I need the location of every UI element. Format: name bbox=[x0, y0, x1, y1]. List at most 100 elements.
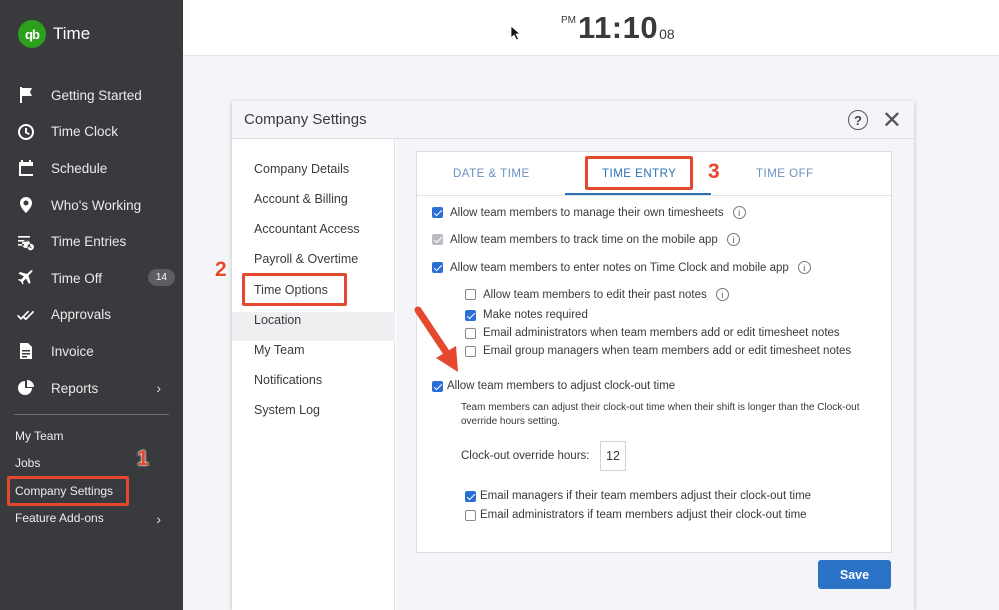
option-label: Email administrators if team members adj… bbox=[480, 509, 807, 521]
annotation-arrow-icon bbox=[414, 306, 458, 372]
annotation-step-2: 2 bbox=[215, 258, 227, 281]
settings-menu: Company Details Account & Billing Accoun… bbox=[232, 139, 395, 610]
checkbox-track-mobile bbox=[432, 234, 443, 245]
annotation-step-1: 1 bbox=[137, 447, 149, 470]
sidebar-item-label: My Team bbox=[15, 429, 64, 443]
menu-item-account-billing[interactable]: Account & Billing bbox=[254, 192, 348, 206]
sidebar-nav: Getting Started Time Clock Schedule Who'… bbox=[0, 77, 183, 406]
sidebar-item-time-entries[interactable]: Time Entries bbox=[0, 223, 183, 260]
option-adjust-clockout: Allow team members to adjust clock-out t… bbox=[432, 380, 675, 392]
checkbox-enter-notes[interactable] bbox=[432, 262, 443, 273]
settings-tabs: DATE & TIME TIME ENTRY TIME OFF bbox=[417, 152, 891, 196]
clock-icon bbox=[17, 123, 35, 141]
checkbox-manage-timesheets[interactable] bbox=[432, 207, 443, 218]
option-label: Allow team members to adjust clock-out t… bbox=[447, 380, 676, 392]
option-email-admins-adjust: Email administrators if team members adj… bbox=[465, 509, 807, 521]
time-entry-settings-card: DATE & TIME TIME ENTRY TIME OFF Allow te… bbox=[416, 151, 892, 553]
current-time-clock: PM 11:10 08 bbox=[561, 10, 675, 46]
option-label: Allow team members to edit their past no… bbox=[483, 288, 707, 301]
sidebar-item-reports[interactable]: Reports › bbox=[0, 370, 183, 407]
sidebar-item-label: Time Entries bbox=[51, 234, 127, 250]
checkbox-email-managers-adjust[interactable] bbox=[465, 490, 476, 502]
menu-item-payroll-overtime[interactable]: Payroll & Overtime bbox=[254, 252, 358, 266]
flag-icon bbox=[17, 86, 35, 104]
sidebar-item-feature-add-ons[interactable]: Feature Add-ons › bbox=[0, 511, 183, 527]
tab-date-time[interactable]: DATE & TIME bbox=[453, 168, 530, 180]
document-icon bbox=[17, 342, 35, 360]
modal-title: Company Settings bbox=[244, 111, 367, 128]
option-track-mobile: Allow team members to track time on the … bbox=[432, 233, 740, 246]
info-icon[interactable]: i bbox=[732, 206, 746, 219]
annotation-step-3: 3 bbox=[708, 160, 720, 183]
option-email-admins-notes: Email administrators when team members a… bbox=[465, 327, 840, 339]
sidebar-item-getting-started[interactable]: Getting Started bbox=[0, 77, 183, 114]
clock-ampm: PM bbox=[561, 15, 576, 26]
app-name: Time bbox=[53, 24, 91, 43]
sidebar-item-approvals[interactable]: Approvals bbox=[0, 297, 183, 334]
option-edit-past-notes: Allow team members to edit their past no… bbox=[465, 288, 729, 301]
tab-time-off[interactable]: TIME OFF bbox=[756, 168, 814, 180]
airplane-icon bbox=[17, 269, 35, 287]
menu-item-notifications[interactable]: Notifications bbox=[254, 373, 322, 387]
option-enter-notes: Allow team members to enter notes on Tim… bbox=[432, 261, 811, 274]
info-icon[interactable]: i bbox=[726, 233, 740, 246]
sidebar-item-time-clock[interactable]: Time Clock bbox=[0, 114, 183, 151]
sidebar-item-my-team[interactable]: My Team bbox=[0, 429, 183, 443]
menu-item-system-log[interactable]: System Log bbox=[254, 403, 320, 417]
mouse-cursor-icon bbox=[510, 25, 522, 41]
sidebar-item-label: Who's Working bbox=[51, 197, 142, 213]
option-label: Allow team members to enter notes on Tim… bbox=[450, 261, 789, 274]
annotation-highlight-time-options bbox=[242, 273, 347, 306]
checkbox-edit-past-notes[interactable] bbox=[465, 289, 476, 300]
option-label: Allow team members to track time on the … bbox=[450, 233, 718, 246]
override-hours-input[interactable]: 12 bbox=[600, 441, 626, 471]
sidebar-item-whos-working[interactable]: Who's Working bbox=[0, 187, 183, 224]
option-label: Email group managers when team members a… bbox=[483, 345, 852, 357]
menu-item-company-details[interactable]: Company Details bbox=[254, 162, 349, 176]
sidebar-item-label: Schedule bbox=[51, 160, 108, 176]
sidebar-item-label: Getting Started bbox=[51, 87, 142, 103]
menu-item-accountant-access[interactable]: Accountant Access bbox=[254, 222, 360, 236]
double-check-icon bbox=[17, 306, 35, 324]
checkbox-email-admins-adjust[interactable] bbox=[465, 509, 476, 521]
option-notes-required: Make notes required bbox=[465, 309, 588, 321]
checkbox-adjust-clockout[interactable] bbox=[432, 380, 443, 392]
option-manage-timesheets: Allow team members to manage their own t… bbox=[432, 206, 746, 219]
option-label: Make notes required bbox=[483, 309, 588, 321]
annotation-highlight-company-settings bbox=[7, 476, 129, 506]
sidebar-item-label: Invoice bbox=[51, 343, 94, 359]
sidebar-item-label: Approvals bbox=[51, 307, 112, 323]
override-hours-label: Clock-out override hours: bbox=[461, 450, 590, 462]
calendar-icon bbox=[17, 159, 35, 177]
close-icon[interactable]: ✕ bbox=[882, 106, 902, 135]
location-pin-icon bbox=[17, 196, 35, 214]
option-label: Email managers if their team members adj… bbox=[480, 490, 812, 502]
info-icon[interactable]: i bbox=[715, 288, 729, 301]
menu-item-my-team[interactable]: My Team bbox=[254, 343, 304, 357]
sidebar-item-time-off[interactable]: Time Off 14 bbox=[0, 260, 183, 297]
sidebar-item-jobs[interactable]: Jobs bbox=[0, 456, 183, 470]
annotation-highlight-time-entry-tab bbox=[585, 156, 693, 190]
sidebar-item-label: Feature Add-ons bbox=[15, 511, 104, 525]
chevron-right-icon: › bbox=[156, 380, 161, 397]
list-clock-icon bbox=[17, 233, 35, 251]
modal-header: Company Settings ? ✕ bbox=[232, 101, 914, 139]
sidebar-item-label: Time Off bbox=[51, 270, 103, 286]
clock-seconds: 08 bbox=[659, 26, 675, 42]
company-settings-modal: Company Settings ? ✕ Company Details Acc… bbox=[232, 101, 914, 610]
pie-chart-icon bbox=[17, 379, 35, 397]
option-label: Email administrators when team members a… bbox=[483, 327, 840, 339]
quickbooks-logo-icon: qb bbox=[18, 20, 46, 48]
sidebar-item-label: Jobs bbox=[15, 456, 41, 470]
option-email-group-managers: Email group managers when team members a… bbox=[465, 345, 851, 357]
chevron-right-icon: › bbox=[156, 511, 161, 527]
menu-item-location[interactable]: Location bbox=[254, 313, 301, 327]
save-button[interactable]: Save bbox=[818, 560, 891, 589]
active-tab-indicator bbox=[565, 193, 711, 195]
sidebar-item-invoice[interactable]: Invoice bbox=[0, 333, 183, 370]
help-icon[interactable]: ? bbox=[848, 110, 868, 130]
app-logo[interactable]: qb Time bbox=[18, 20, 90, 48]
sidebar-item-label: Time Clock bbox=[51, 124, 119, 140]
sidebar-item-schedule[interactable]: Schedule bbox=[0, 150, 183, 187]
info-icon[interactable]: i bbox=[797, 261, 811, 274]
